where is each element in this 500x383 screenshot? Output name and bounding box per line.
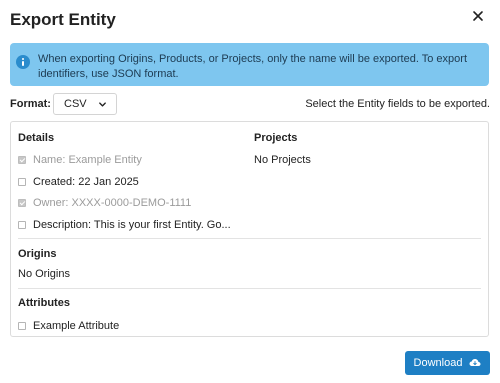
divider [18,238,481,239]
dialog-title: Export Entity [10,10,116,29]
format-select-value: CSV [64,98,87,110]
projects-heading: Projects [254,132,298,144]
field-description-checkbox[interactable]: Description: This is your first Entity. … [18,219,231,231]
format-hint: Select the Entity fields to be exported. [305,98,490,110]
field-description-label: Description: This is your first Entity. … [33,219,231,231]
close-icon[interactable] [470,8,486,24]
cloud-download-icon [469,359,481,366]
divider [18,288,481,289]
checkbox-unchecked [18,178,26,186]
field-created-label: Created: 22 Jan 2025 [33,176,139,188]
info-banner: When exporting Origins, Products, or Pro… [10,43,489,86]
chevron-down-icon [99,102,106,107]
origins-empty: No Origins [18,268,70,280]
origins-heading: Origins [18,248,57,260]
projects-empty: No Projects [254,154,311,166]
field-name-checkbox[interactable]: Name: Example Entity [18,154,142,166]
fields-panel: Details Name: Example Entity Created: 22… [10,121,489,337]
field-created-checkbox[interactable]: Created: 22 Jan 2025 [18,176,139,188]
download-button-label: Download [413,357,463,369]
info-banner-text: When exporting Origins, Products, or Pro… [38,53,468,80]
field-owner-checkbox[interactable]: Owner: XXXX-0000-DEMO-1111 [18,197,191,209]
format-row: Format: CSV Select the Entity fields to … [10,93,490,115]
field-owner-label: Owner: XXXX-0000-DEMO-1111 [33,197,192,209]
attribute-example-label: Example Attribute [33,320,120,332]
download-button[interactable]: Download [405,351,490,375]
details-heading: Details [18,132,55,144]
attributes-heading: Attributes [18,297,70,309]
info-icon [16,55,30,69]
export-entity-dialog: Export Entity When exporting Origins, Pr… [0,0,500,383]
checkbox-unchecked [18,221,26,229]
checkbox-checked [18,156,26,164]
format-select[interactable]: CSV [53,93,117,115]
checkbox-unchecked [18,322,26,330]
checkbox-checked [18,199,26,207]
field-name-label: Name: Example Entity [33,154,142,166]
attribute-example-checkbox[interactable]: Example Attribute [18,320,119,332]
format-label: Format: [10,98,51,110]
